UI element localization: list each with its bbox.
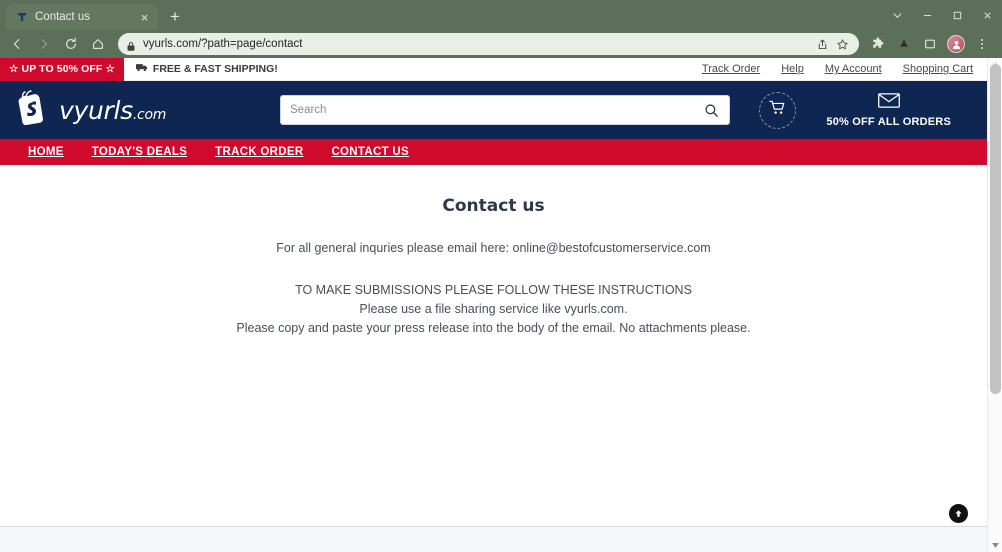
general-inquiries-text: For all general inquries please email he… [276,241,711,255]
envelope-icon [877,92,900,113]
nav-item-todays-deals[interactable]: TODAY'S DEALS [78,139,201,165]
site-footer [0,526,987,552]
star-icon[interactable] [833,35,851,53]
instruction-line-1: TO MAKE SUBMISSIONS PLEASE FOLLOW THESE … [295,283,692,297]
instruction-line-3: Please copy and paste your press release… [236,321,751,335]
utility-bar: ☆ UP TO 50% OFF ☆ FREE & FAST SHIPPING! [0,58,987,81]
address-bar[interactable]: vyurls.com/?path=page/contact [118,33,859,55]
shipping-label: FREE & FAST SHIPPING! [152,63,278,75]
util-link-help[interactable]: Help [781,63,804,75]
promo-text: 50% OFF ALL ORDERS [826,115,951,128]
main-navigation: HOME TODAY'S DEALS TRACK ORDER CONTACT U… [0,139,987,165]
util-link-my-account[interactable]: My Account [825,63,882,75]
share-icon[interactable] [813,35,831,53]
tab-title: Contact us [35,11,90,23]
new-tab-button[interactable]: + [162,3,188,29]
search-bar[interactable] [280,95,730,125]
close-button[interactable] [972,0,1002,30]
search-icon[interactable] [702,101,720,119]
page-title: Contact us [442,196,545,216]
profile-avatar[interactable] [944,31,968,57]
window-controls [882,0,1002,30]
truck-icon [135,63,148,75]
promo-badge[interactable]: ☆ UP TO 50% OFF ☆ [0,58,124,81]
site-logo[interactable]: vyurls.com [14,88,166,133]
downloads-icon[interactable] [892,31,916,57]
toolbar-icons [866,31,994,57]
back-icon[interactable] [4,31,30,57]
home-icon[interactable] [85,31,111,57]
search-input[interactable] [290,104,702,116]
nav-item-track-order[interactable]: TRACK ORDER [201,139,317,165]
nav-item-contact-us[interactable]: CONTACT US [317,139,423,165]
tab-close-icon[interactable]: × [137,10,152,25]
util-link-shopping-cart[interactable]: Shopping Cart [903,63,973,75]
tab-search-icon[interactable] [882,0,912,30]
sidepanel-icon[interactable] [918,31,942,57]
arrow-up-icon [955,510,962,517]
logo-name: vyurls [59,95,133,125]
instruction-line-2: Please use a file sharing service like v… [359,302,628,316]
promo-block[interactable]: 50% OFF ALL ORDERS [826,92,951,128]
utility-links: Track Order Help My Account Shopping Car… [702,63,987,75]
browser-toolbar: vyurls.com/?path=page/contact [0,30,1002,58]
page-content: Contact us For all general inquries plea… [0,165,987,515]
forward-icon[interactable] [31,31,57,57]
util-link-track-order[interactable]: Track Order [702,63,760,75]
scrollbar-down-arrow[interactable] [988,538,1002,552]
page-viewport: ☆ UP TO 50% OFF ☆ FREE & FAST SHIPPING! [0,58,1002,552]
minimize-button[interactable] [912,0,942,30]
browser-tab[interactable]: Contact us × [6,4,158,30]
scrollbar-thumb[interactable] [990,64,1001,394]
page-scrollbar[interactable] [987,58,1002,552]
shopping-cart-icon [769,99,786,121]
avatar [947,35,965,53]
scroll-to-top-button[interactable] [949,504,968,523]
lock-icon [126,39,136,51]
nav-item-home[interactable]: HOME [14,139,78,165]
extensions-icon[interactable] [866,31,890,57]
reload-icon[interactable] [58,31,84,57]
site-header: vyurls.com Search 50% OFF ALL ORDERS [0,81,987,139]
browser-window: Contact us × + vyurls.com/?path=page/con… [0,0,1002,552]
logo-suffix: .com [132,106,167,123]
web-page: ☆ UP TO 50% OFF ☆ FREE & FAST SHIPPING! [0,58,987,552]
shopping-bag-icon [14,88,50,133]
shopify-t-icon [15,11,28,24]
site-logo-text: vyurls.com [59,96,166,125]
omnibox-actions [813,35,851,53]
address-bar-url: vyurls.com/?path=page/contact [143,38,303,50]
shipping-note: FREE & FAST SHIPPING! [135,63,278,75]
header-right: 50% OFF ALL ORDERS [759,91,973,129]
tab-strip: Contact us × + [0,0,1002,30]
submission-instructions: TO MAKE SUBMISSIONS PLEASE FOLLOW THESE … [0,281,987,338]
maximize-button[interactable] [942,0,972,30]
chrome-menu-icon[interactable] [970,31,994,57]
cart-button[interactable] [759,91,797,129]
